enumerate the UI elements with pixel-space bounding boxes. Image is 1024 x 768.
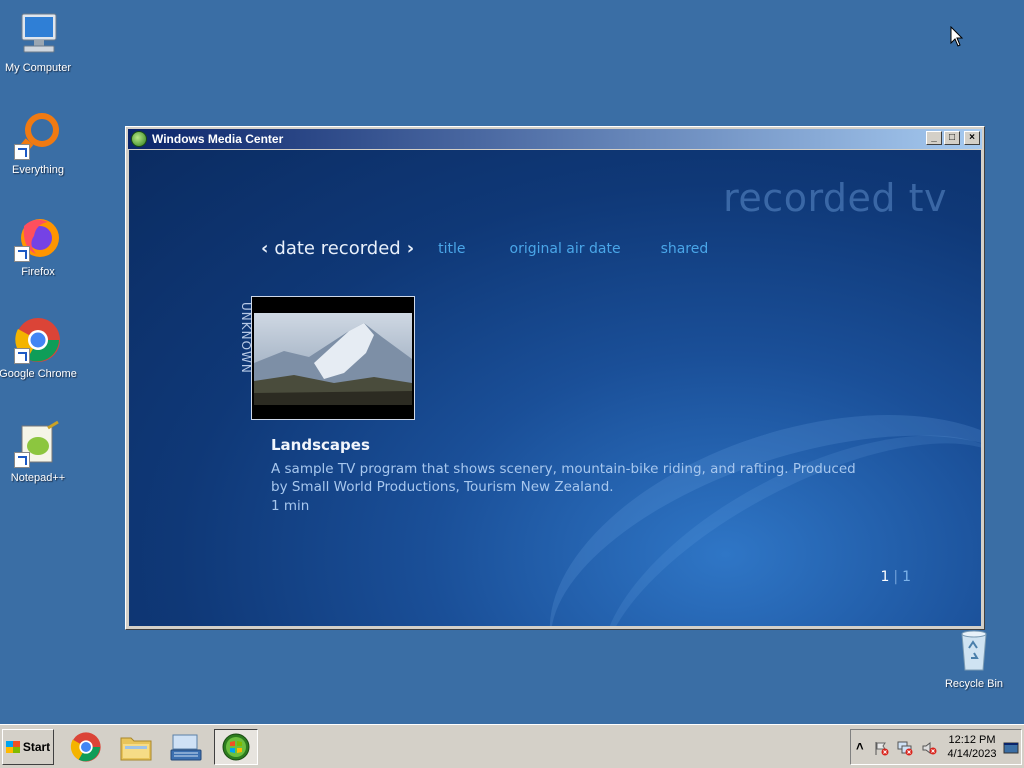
network-icon[interactable]	[897, 740, 913, 756]
window-titlebar[interactable]: Windows Media Center _ □ ×	[128, 129, 982, 149]
shortcut-arrow-icon	[14, 452, 30, 468]
tab-original-air-date[interactable]: original air date	[510, 241, 621, 257]
media-center-window[interactable]: Windows Media Center _ □ × recorded tv ‹…	[125, 126, 985, 630]
mouse-cursor-icon	[950, 25, 964, 52]
taskbar-chrome[interactable]	[64, 729, 108, 765]
page-indicator: 1 | 1	[880, 569, 911, 585]
start-label: Start	[22, 740, 51, 754]
keyboard-icon	[170, 734, 202, 761]
shortcut-arrow-icon	[14, 144, 30, 160]
everything-icon	[14, 112, 62, 160]
desktop-icon-notepad-plus-plus[interactable]: Notepad++	[0, 420, 78, 484]
desktop-icon-label: Recycle Bin	[944, 678, 1004, 690]
notepad-plus-plus-icon	[14, 420, 62, 468]
desktop-icon-google-chrome[interactable]: Google Chrome	[0, 316, 78, 380]
action-center-flag-icon[interactable]	[873, 740, 889, 756]
desktop-icon-recycle-bin[interactable]: Recycle Bin	[934, 626, 1014, 690]
chrome-icon	[70, 732, 101, 762]
group-label: UNKNOWN	[239, 302, 253, 374]
volume-muted-icon[interactable]	[921, 740, 937, 756]
desktop-icon-firefox[interactable]: Firefox	[0, 214, 78, 278]
show-desktop-icon[interactable]	[1003, 740, 1019, 756]
page-current: 1	[880, 569, 890, 585]
desktop-icon-label: Firefox	[21, 266, 55, 278]
tab-label: date recorded	[274, 238, 401, 259]
desktop-icon-label: Everything	[12, 164, 64, 176]
desktop-icon-everything[interactable]: Everything	[0, 112, 78, 176]
taskbar: Start ˄ 12:12 PM 4/14/2023	[0, 724, 1024, 768]
clock-date: 4/14/2023	[947, 748, 997, 760]
program-thumbnail[interactable]	[251, 296, 415, 420]
chevron-right-icon[interactable]: ›	[401, 238, 420, 259]
media-center-icon	[131, 131, 147, 147]
desktop-icon-label: My Computer	[4, 62, 72, 74]
program-description: A sample TV program that shows scenery, …	[271, 461, 856, 495]
folder-icon	[120, 737, 152, 761]
minimize-button[interactable]: _	[926, 131, 942, 145]
close-button[interactable]: ×	[964, 131, 980, 145]
computer-icon	[14, 10, 62, 58]
windows-flag-icon	[5, 741, 20, 753]
page-separator: |	[893, 569, 899, 585]
tab-date-recorded[interactable]: ‹ date recorded ›	[255, 238, 420, 259]
system-tray: ˄ 12:12 PM 4/14/2023	[850, 729, 1022, 765]
desktop-icon-label: Google Chrome	[0, 368, 77, 380]
tab-title[interactable]: title	[438, 241, 465, 257]
clock-time: 12:12 PM	[948, 734, 996, 746]
program-duration: 1 min	[271, 498, 310, 514]
desktop-icon-my-computer[interactable]: My Computer	[0, 10, 78, 74]
start-button[interactable]: Start	[2, 729, 54, 765]
tab-shared[interactable]: shared	[661, 241, 709, 257]
mountain-landscape-image	[254, 313, 412, 405]
media-center-content: recorded tv ‹ date recorded › title orig…	[129, 150, 981, 626]
sort-tabs: ‹ date recorded › title original air dat…	[255, 238, 708, 259]
section-title: recorded tv	[723, 176, 947, 220]
recycle-bin-icon	[950, 626, 998, 674]
desktop-icon-label: Notepad++	[10, 472, 66, 484]
taskbar-media-center[interactable]	[214, 729, 258, 765]
window-title: Windows Media Center	[152, 132, 284, 146]
shortcut-arrow-icon	[14, 246, 30, 262]
taskbar-keyboard-app[interactable]	[164, 729, 208, 765]
maximize-button[interactable]: □	[944, 131, 960, 145]
chevron-left-icon[interactable]: ‹	[255, 238, 274, 259]
media-center-icon	[222, 733, 250, 761]
clock[interactable]: 12:12 PM 4/14/2023	[947, 733, 997, 761]
tray-expand-button[interactable]: ˄	[856, 739, 864, 754]
program-title: Landscapes	[271, 436, 370, 454]
firefox-icon	[14, 214, 62, 262]
chrome-icon	[14, 316, 62, 364]
taskbar-file-explorer[interactable]	[114, 729, 158, 765]
page-total: 1	[902, 569, 911, 585]
shortcut-arrow-icon	[14, 348, 30, 364]
